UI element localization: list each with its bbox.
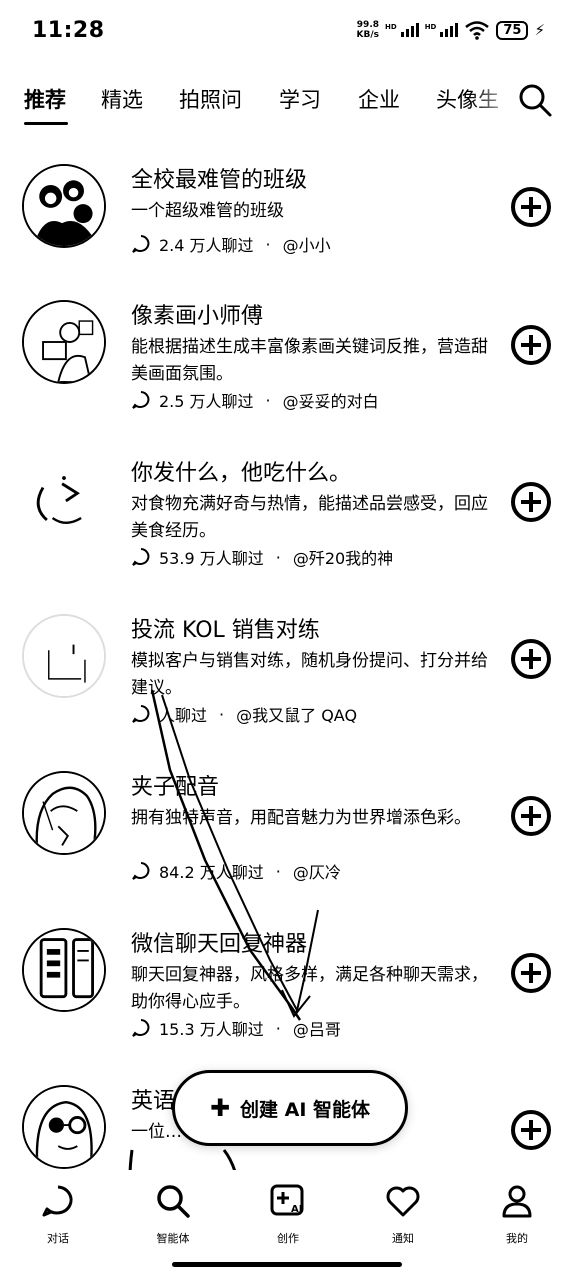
tab-fade [470,78,520,122]
search-icon[interactable] [517,82,553,118]
sketch-avatar-icon [22,614,106,698]
chat-count: 2.5 万人聊过 [159,392,254,411]
chat-count-icon [132,862,150,880]
agent-name: 夹子配音 [131,775,220,800]
tab-recommend[interactable]: 推荐 [24,84,66,114]
create-ai-icon: AI [270,1184,304,1216]
nav-item-notifications[interactable]: 通知 [358,1182,448,1246]
author-handle[interactable]: @我又鼠了 QAQ [236,702,357,726]
chat-count-icon [132,391,150,409]
tab-photo-ask[interactable]: 拍照问 [179,84,242,114]
add-agent-button[interactable] [510,324,552,366]
agent-name: 全校最难管的班级 [131,168,308,193]
agent-meta: 15.3 万人聊过 · @吕哥 [131,1016,341,1040]
list-item[interactable]: 像素画小师傅 能根据描述生成丰富像素画关键词反推，营造甜美画面氛围。 2.5 万… [0,298,575,438]
network-speed: 99.8 KB/s [357,20,379,40]
nav-label: 创作 [277,1232,299,1245]
add-agent-button[interactable] [510,795,552,837]
battery-indicator: 75 [496,20,529,40]
agent-description: 一个超级难管的班级 [131,201,284,221]
list-item[interactable]: 微信聊天回复神器 聊天回复神器，风格多样，满足各种聊天需求，助你得心应手。 15… [0,926,575,1066]
tab-study[interactable]: 学习 [279,84,321,114]
network-speed-value: 99.8 [356,20,380,30]
chat-count-icon [132,1019,150,1037]
cellular-signal-2-icon: HD [425,23,459,37]
chat-count: 15.3 万人聊过 [159,1020,264,1039]
author-handle[interactable]: @仄冷 [293,859,341,883]
plus-icon: ✚ [209,1094,231,1122]
network-speed-unit: KB/s [356,30,380,40]
chat-count: 人聊过 [159,706,208,725]
glasses-person-icon [22,1085,106,1169]
nav-item-create[interactable]: AI 创作 [243,1182,333,1246]
agent-description: 对食物充满好奇与热情，能描述品尝感受，回应美食经历。 [131,494,488,541]
chat-bubble-icon [42,1185,73,1217]
nav-label: 智能体 [156,1232,190,1245]
status-time: 11:28 [32,18,105,43]
heart-icon [386,1186,420,1217]
tab-featured[interactable]: 精选 [101,84,143,114]
list-item[interactable]: 你发什么，他吃什么。 对食物充满好奇与热情，能描述品尝感受，回应美食经历。 53… [0,455,575,595]
category-tab-bar: 推荐 精选 拍照问 学习 企业 头像生 [0,78,575,128]
agent-description: 能根据描述生成丰富像素画关键词反推，营造甜美画面氛围。 [131,337,488,384]
agent-name: 你发什么，他吃什么。 [131,461,352,486]
cellular-signal-icon: HD [385,23,419,37]
nav-item-profile[interactable]: 我的 [472,1182,562,1246]
add-agent-button[interactable] [510,186,552,228]
create-agent-label: 创建 AI 智能体 [240,1098,371,1121]
create-agent-button[interactable]: ✚ 创建 AI 智能体 [172,1070,408,1146]
agent-meta: 2.4 万人聊过 · @小小 [131,232,331,256]
agent-description: 拥有独特声音，用配音魅力为世界增添色彩。 [131,808,471,828]
author-handle[interactable]: @吕哥 [293,1016,341,1040]
nav-label: 对话 [47,1232,69,1245]
agent-meta: 84.2 万人聊过 · @仄冷 [131,859,341,883]
active-tab-indicator [24,122,68,125]
agent-description: 模拟客户与销售对练，随机身份提问、打分并给建议。 [131,651,488,698]
chat-count-icon [132,705,150,723]
chat-count-icon [132,548,150,566]
svg-text:AI: AI [291,1204,302,1215]
status-icons: 99.8 KB/s HD HD 75 ⚡ [357,20,545,40]
agent-name: 英语 [131,1089,176,1114]
agent-description: 聊天回复神器，风格多样，满足各种聊天需求，助你得心应手。 [131,965,488,1012]
add-agent-button[interactable] [510,1109,552,1151]
agent-name: 像素画小师傅 [131,304,264,329]
add-agent-button[interactable] [510,638,552,680]
anime-girl-icon [22,771,106,855]
agent-name: 投流 KOL 销售对练 [131,618,320,643]
phone-chat-icon [22,928,106,1012]
nav-item-chat[interactable]: 对话 [13,1182,103,1246]
status-bar: 11:28 99.8 KB/s HD HD 75 ⚡ [0,0,575,66]
nav-label: 通知 [392,1232,414,1245]
list-item[interactable]: 夹子配音 拥有独特声音，用配音魅力为世界增添色彩。 84.2 万人聊过 · @仄… [0,769,575,909]
chat-count-icon [132,235,150,253]
wifi-icon [465,21,490,40]
tab-enterprise[interactable]: 企业 [358,84,400,114]
group-portrait-icon [22,164,106,248]
agent-meta: 2.5 万人聊过 · @妥妥的对白 [131,388,379,412]
agent-meta: 53.9 万人聊过 · @歼20我的神 [131,545,393,569]
bolt-icon: ⚡ [534,21,545,39]
chat-count: 2.4 万人聊过 [159,236,254,255]
person-icon [502,1185,532,1218]
search-icon [157,1185,190,1218]
pixel-artist-icon [22,300,106,384]
nav-label: 我的 [506,1232,528,1245]
chat-count: 53.9 万人聊过 [159,549,264,568]
nav-item-agents[interactable]: 智能体 [128,1182,218,1246]
author-handle[interactable]: @妥妥的对白 [283,388,379,412]
add-agent-button[interactable] [510,952,552,994]
agent-name: 微信聊天回复神器 [131,932,308,957]
moon-face-icon [22,457,106,541]
agent-meta: 人聊过 · @我又鼠了 QAQ [131,702,357,726]
list-item[interactable]: 投流 KOL 销售对练 模拟客户与销售对练，随机身份提问、打分并给建议。 人聊过… [0,612,575,752]
chat-count: 84.2 万人聊过 [159,863,264,882]
home-indicator[interactable] [172,1262,402,1267]
list-item[interactable]: 全校最难管的班级 一个超级难管的班级 2.4 万人聊过 · @小小 [0,162,575,302]
author-handle[interactable]: @歼20我的神 [293,545,393,569]
add-agent-button[interactable] [510,481,552,523]
author-handle[interactable]: @小小 [283,232,331,256]
